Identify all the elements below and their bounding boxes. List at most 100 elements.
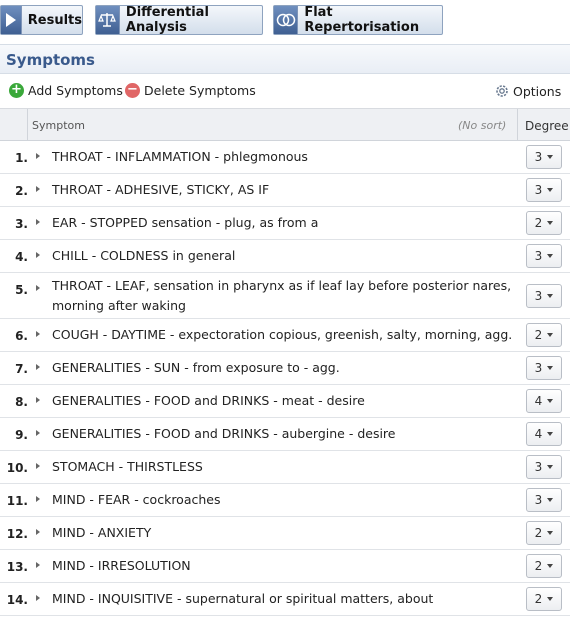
row-number: 14. xyxy=(6,593,28,607)
degree-value: 2 xyxy=(534,328,543,342)
expand-arrow-icon[interactable] xyxy=(36,219,40,225)
top-toolbar: Results Differential Analysis Flat Reper… xyxy=(0,0,570,40)
expand-arrow-icon[interactable] xyxy=(36,430,40,436)
chevron-down-icon xyxy=(547,531,554,535)
degree-select[interactable]: 3 xyxy=(526,145,562,169)
expand-arrow-icon[interactable] xyxy=(36,496,40,502)
degree-select[interactable]: 3 xyxy=(526,356,562,380)
delete-symptoms-label: Delete Symptoms xyxy=(144,83,256,98)
symptom-row[interactable]: 5. THROAT - LEAF, sensation in pharynx as… xyxy=(0,273,570,319)
degree-value: 2 xyxy=(534,526,543,540)
expand-arrow-icon[interactable] xyxy=(36,364,40,370)
degree-select[interactable]: 4 xyxy=(526,422,562,446)
degree-select[interactable]: 4 xyxy=(526,389,562,413)
expand-arrow-icon[interactable] xyxy=(36,397,40,403)
symptom-text: GENERALITIES - FOOD and DRINKS - aubergi… xyxy=(52,426,396,441)
symptom-row[interactable]: 7. GENERALITIES - SUN - from exposure to … xyxy=(0,352,570,385)
panel-title: Symptoms xyxy=(0,44,570,74)
degree-value: 2 xyxy=(534,559,543,573)
degree-value: 3 xyxy=(534,150,543,164)
symptom-text: THROAT - INFLAMMATION - phlegmonous xyxy=(52,149,308,164)
expand-arrow-icon[interactable] xyxy=(36,463,40,469)
symptom-actions-bar: + Add Symptoms − Delete Symptoms Options xyxy=(0,75,570,107)
chevron-down-icon xyxy=(547,465,554,469)
expand-arrow-icon[interactable] xyxy=(36,529,40,535)
row-number: 5. xyxy=(15,283,28,297)
row-number: 12. xyxy=(6,527,28,541)
row-number: 3. xyxy=(15,217,28,231)
symptom-text: THROAT - LEAF, sensation in pharynx as i… xyxy=(52,278,512,313)
expand-arrow-icon[interactable] xyxy=(36,252,40,258)
row-number: 9. xyxy=(15,428,28,442)
degree-select[interactable]: 2 xyxy=(526,323,562,347)
add-symptoms-button[interactable]: + Add Symptoms xyxy=(9,83,123,98)
symptom-row[interactable]: 10. STOMACH - THIRSTLESS 3 xyxy=(0,451,570,484)
row-number: 13. xyxy=(6,560,28,574)
symptom-row[interactable]: 14. MIND - INQUISITIVE - supernatural or … xyxy=(0,583,570,616)
overlap-circles-icon xyxy=(274,6,299,34)
chevron-down-icon xyxy=(547,155,554,159)
symptom-text: GENERALITIES - FOOD and DRINKS - meat - … xyxy=(52,393,365,408)
symptom-text: MIND - FEAR - cockroaches xyxy=(52,492,221,507)
symptom-row[interactable]: 13. MIND - IRRESOLUTION 2 xyxy=(0,550,570,583)
differential-analysis-button[interactable]: Differential Analysis xyxy=(95,5,263,35)
degree-select[interactable]: 3 xyxy=(526,488,562,512)
options-button[interactable]: Options xyxy=(494,83,561,99)
expand-arrow-icon[interactable] xyxy=(36,562,40,568)
options-label: Options xyxy=(513,83,562,99)
row-number: 2. xyxy=(15,184,28,198)
chevron-down-icon xyxy=(547,498,554,502)
symptom-text: STOMACH - THIRSTLESS xyxy=(52,459,203,474)
degree-value: 2 xyxy=(534,592,543,606)
play-icon xyxy=(1,6,22,34)
symptom-text: MIND - ANXIETY xyxy=(52,525,152,540)
degree-select[interactable]: 2 xyxy=(526,554,562,578)
symptom-row[interactable]: 6. COUGH - DAYTIME - expectoration copiou… xyxy=(0,319,570,352)
degree-value: 3 xyxy=(534,493,543,507)
degree-value: 3 xyxy=(534,361,543,375)
symptom-row[interactable]: 1. THROAT - INFLAMMATION - phlegmonous 3 xyxy=(0,141,570,174)
row-number: 11. xyxy=(6,494,28,508)
symptom-row[interactable]: 2. THROAT - ADHESIVE, STICKY, AS IF 3 xyxy=(0,174,570,207)
row-number: 10. xyxy=(6,461,28,475)
symptom-row[interactable]: 9. GENERALITIES - FOOD and DRINKS - auber… xyxy=(0,418,570,451)
chevron-down-icon xyxy=(547,399,554,403)
degree-select[interactable]: 3 xyxy=(526,284,562,308)
degree-select[interactable]: 3 xyxy=(526,244,562,268)
symptom-text: CHILL - COLDNESS in general xyxy=(52,248,236,263)
row-number-header xyxy=(0,109,28,141)
expand-arrow-icon[interactable] xyxy=(36,285,40,291)
sort-status: (No sort) xyxy=(458,119,507,132)
expand-arrow-icon[interactable] xyxy=(36,153,40,159)
symptom-row[interactable]: 11. MIND - FEAR - cockroaches 3 xyxy=(0,484,570,517)
symptom-row[interactable]: 8. GENERALITIES - FOOD and DRINKS - meat … xyxy=(0,385,570,418)
symptom-text: EAR - STOPPED sensation - plug, as from … xyxy=(52,215,319,230)
symptom-text: GENERALITIES - SUN - from exposure to - … xyxy=(52,360,340,375)
results-button[interactable]: Results xyxy=(0,5,83,35)
degree-select[interactable]: 3 xyxy=(526,178,562,202)
row-number: 6. xyxy=(15,329,28,343)
chevron-down-icon xyxy=(547,188,554,192)
expand-arrow-icon[interactable] xyxy=(36,186,40,192)
symptom-row[interactable]: 4. CHILL - COLDNESS in general 3 xyxy=(0,240,570,273)
degree-select[interactable]: 2 xyxy=(526,587,562,611)
flat-repertorisation-button[interactable]: Flat Repertorisation xyxy=(273,5,443,35)
degree-value: 4 xyxy=(534,394,543,408)
degree-column-header[interactable]: Degree xyxy=(525,119,569,133)
degree-select[interactable]: 2 xyxy=(526,211,562,235)
delete-symptoms-button[interactable]: − Delete Symptoms xyxy=(125,83,256,98)
chevron-down-icon xyxy=(547,366,554,370)
chevron-down-icon xyxy=(547,597,554,601)
degree-select[interactable]: 3 xyxy=(526,455,562,479)
symptom-row[interactable]: 12. MIND - ANXIETY 2 xyxy=(0,517,570,550)
symptom-text: MIND - INQUISITIVE - supernatural or spi… xyxy=(52,591,434,606)
flat-repertorisation-label: Flat Repertorisation xyxy=(304,5,420,35)
add-symptoms-label: Add Symptoms xyxy=(28,83,123,98)
symptom-row[interactable]: 3. EAR - STOPPED sensation - plug, as fro… xyxy=(0,207,570,240)
scales-icon xyxy=(96,6,120,34)
symptom-column-header[interactable]: Symptom xyxy=(32,119,85,132)
degree-select[interactable]: 2 xyxy=(526,521,562,545)
expand-arrow-icon[interactable] xyxy=(36,595,40,601)
expand-arrow-icon[interactable] xyxy=(36,331,40,337)
table-header: Symptom (No sort) Degree xyxy=(0,108,570,141)
